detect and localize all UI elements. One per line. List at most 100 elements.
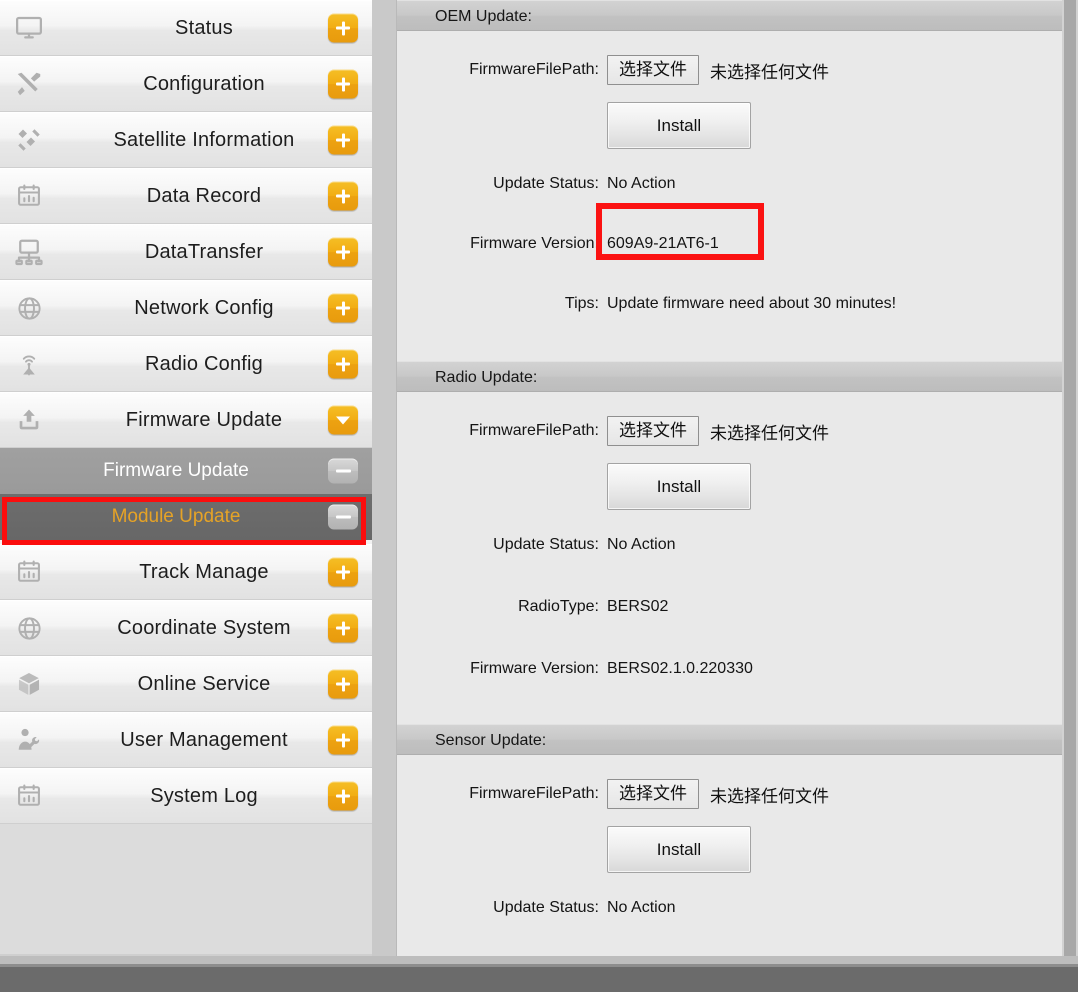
section-title: Sensor Update: xyxy=(397,724,1063,755)
firmware-version-row: Firmware Version: 609A9-21AT6-1 xyxy=(397,227,1063,261)
sidebar-item-radio-config[interactable]: Radio Config xyxy=(0,336,372,392)
update-status-row: Update Status: No Action xyxy=(397,891,1063,925)
expand-plus-button[interactable] xyxy=(328,557,358,587)
sidebar-item-online-service[interactable]: Online Service xyxy=(0,656,372,712)
sidebar-item-coordinate-system[interactable]: Coordinate System xyxy=(0,600,372,656)
sidebar-menu: Status Configuration Satellite Informati… xyxy=(0,0,372,954)
page-scrollbar-track[interactable] xyxy=(1062,0,1078,992)
sidebar-item-label: Firmware Update xyxy=(125,408,283,431)
choose-file-button[interactable]: 选择文件 xyxy=(607,55,699,85)
update-status-label: Update Status: xyxy=(493,899,599,916)
cube-icon xyxy=(0,670,58,698)
collapse-caret-button[interactable] xyxy=(328,405,358,435)
sidebar-item-label: Status xyxy=(175,16,233,39)
sidebar-item-user-management[interactable]: User Management xyxy=(0,712,372,768)
section-title: Radio Update: xyxy=(397,361,1063,392)
section-title: OEM Update: xyxy=(397,0,1063,31)
choose-file-button[interactable]: 选择文件 xyxy=(607,779,699,809)
sidebar-item-label: Online Service xyxy=(137,672,271,695)
bottom-bar xyxy=(0,956,1078,992)
file-input[interactable]: 选择文件 未选择任何文件 xyxy=(607,55,829,85)
expand-plus-button[interactable] xyxy=(328,781,358,811)
sidebar-item-label: Data Record xyxy=(146,184,262,207)
expand-plus-button[interactable] xyxy=(328,293,358,323)
file-input[interactable]: 选择文件 未选择任何文件 xyxy=(607,779,829,809)
page-scrollbar-thumb[interactable] xyxy=(1064,0,1076,980)
sidebar-item-status[interactable]: Status xyxy=(0,0,372,56)
sidebar-item-label: Satellite Information xyxy=(113,128,295,151)
sidebar-item-system-log[interactable]: System Log xyxy=(0,768,372,824)
tips-row: Tips: Update firmware need about 30 minu… xyxy=(397,287,1063,321)
firmware-file-path-label: FirmwareFilePath: xyxy=(469,422,599,439)
radio-type-label: RadioType: xyxy=(518,598,599,615)
scroll-content: OEM Update: FirmwareFilePath: 选择文件 未选择任何… xyxy=(396,0,1064,956)
install-button[interactable]: Install xyxy=(607,463,751,510)
sidebar-subitem-module-update[interactable]: Module Update xyxy=(0,494,372,540)
firmware-file-path-row: FirmwareFilePath: 选择文件 未选择任何文件 xyxy=(397,414,1063,448)
bottom-strip-light xyxy=(0,956,1078,964)
file-input[interactable]: 选择文件 未选择任何文件 xyxy=(607,416,829,446)
update-status-row: Update Status: No Action xyxy=(397,167,1063,201)
update-status-value: No Action xyxy=(607,536,676,553)
firmware-file-path-label: FirmwareFilePath: xyxy=(469,785,599,802)
sidebar-item-label: Radio Config xyxy=(144,352,264,375)
expand-plus-button[interactable] xyxy=(328,125,358,155)
sidebar-item-label: DataTransfer xyxy=(144,240,264,263)
sidebar-item-label: User Management xyxy=(120,728,288,751)
calendar-chart-icon xyxy=(0,558,58,586)
tips-label: Tips: xyxy=(564,295,599,312)
sidebar-filler xyxy=(0,824,372,954)
firmware-update-page: Status Configuration Satellite Informati… xyxy=(0,0,1078,992)
choose-file-button[interactable]: 选择文件 xyxy=(607,416,699,446)
radio-type-row: RadioType: BERS02 xyxy=(397,590,1063,624)
expand-plus-button[interactable] xyxy=(328,69,358,99)
sidebar-item-firmware-update[interactable]: Firmware Update xyxy=(0,392,372,448)
calendar-chart-icon xyxy=(0,182,58,210)
expand-plus-button[interactable] xyxy=(328,349,358,379)
sidebar-item-label: System Log xyxy=(150,784,258,807)
expand-plus-button[interactable] xyxy=(328,613,358,643)
sidebar-subitem-label: Module Update xyxy=(111,506,241,527)
expand-plus-button[interactable] xyxy=(328,181,358,211)
update-status-row: Update Status: No Action xyxy=(397,528,1063,562)
sidebar-item-data-record[interactable]: Data Record xyxy=(0,168,372,224)
section-body: FirmwareFilePath: 选择文件 未选择任何文件 Install U… xyxy=(397,414,1063,686)
install-button[interactable]: Install xyxy=(607,102,751,149)
install-button[interactable]: Install xyxy=(607,826,751,873)
sidebar: Status Configuration Satellite Informati… xyxy=(0,0,372,956)
tools-icon xyxy=(0,69,58,99)
firmware-version-label: Firmware Version: xyxy=(470,660,599,677)
monitor-icon xyxy=(0,13,58,43)
sidebar-item-network-config[interactable]: Network Config xyxy=(0,280,372,336)
minus-button[interactable] xyxy=(328,458,358,484)
expand-plus-button[interactable] xyxy=(328,725,358,755)
section-body: FirmwareFilePath: 选择文件 未选择任何文件 Install U… xyxy=(397,777,1063,956)
firmware-version-row: Firmware Version: BERS02.1.0.220330 xyxy=(397,652,1063,686)
sidebar-subitem-firmware-update[interactable]: Firmware Update xyxy=(0,448,372,494)
upload-icon xyxy=(0,406,58,434)
no-file-selected-text: 未选择任何文件 xyxy=(710,62,829,83)
firmware-file-path-row: FirmwareFilePath: 选择文件 未选择任何文件 xyxy=(397,777,1063,811)
section-body: FirmwareFilePath: 选择文件 未选择任何文件 Install U… xyxy=(397,53,1063,321)
sidebar-item-track-manage[interactable]: Track Manage xyxy=(0,544,372,600)
user-wrench-icon xyxy=(0,726,58,754)
section-oem-update: OEM Update: FirmwareFilePath: 选择文件 未选择任何… xyxy=(396,0,1064,361)
sidebar-item-label: Track Manage xyxy=(139,560,269,583)
update-status-value: No Action xyxy=(607,899,676,916)
main-panel: OEM Update: FirmwareFilePath: 选择文件 未选择任何… xyxy=(396,0,1078,956)
firmware-version-value: BERS02.1.0.220330 xyxy=(607,660,753,677)
sidebar-item-satellite-information[interactable]: Satellite Information xyxy=(0,112,372,168)
no-file-selected-text: 未选择任何文件 xyxy=(710,786,829,807)
update-status-label: Update Status: xyxy=(493,175,599,192)
expand-plus-button[interactable] xyxy=(328,13,358,43)
expand-plus-button[interactable] xyxy=(328,669,358,699)
section-radio-update: Radio Update: FirmwareFilePath: 选择文件 未选择… xyxy=(396,361,1064,724)
expand-plus-button[interactable] xyxy=(328,237,358,267)
sidebar-item-configuration[interactable]: Configuration xyxy=(0,56,372,112)
sidebar-item-datatransfer[interactable]: DataTransfer xyxy=(0,224,372,280)
sidebar-item-label: Network Config xyxy=(134,296,274,319)
radio-type-value: BERS02 xyxy=(607,598,669,615)
firmware-version-value: 609A9-21AT6-1 xyxy=(607,235,719,252)
minus-button[interactable] xyxy=(328,504,358,530)
sidebar-main-gap xyxy=(372,0,396,956)
